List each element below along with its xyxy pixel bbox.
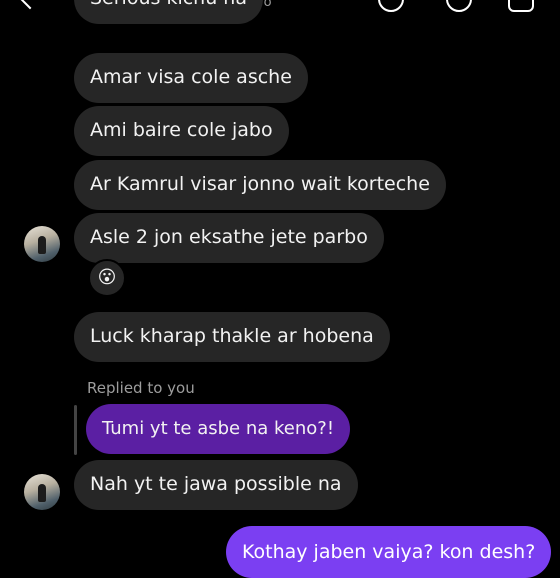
- video-call-icon[interactable]: [508, 0, 534, 12]
- sender-avatar[interactable]: [24, 226, 60, 262]
- received-message[interactable]: Serious kichu na: [74, 0, 263, 24]
- received-message[interactable]: Amar visa cole asche: [74, 53, 308, 103]
- sent-message[interactable]: Kothay jaben vaiya? kon desh?: [226, 526, 552, 578]
- quoted-reply-message[interactable]: Tumi yt te asbe na keno?!: [86, 404, 351, 454]
- received-message[interactable]: Ami baire cole jabo: [74, 106, 289, 156]
- received-message[interactable]: Asle 2 jon eksathe jete parbo: [74, 213, 384, 263]
- received-message[interactable]: Luck kharap thakle ar hobena: [74, 312, 390, 362]
- message-reaction[interactable]: 😮: [88, 259, 126, 297]
- received-message[interactable]: Nah yt te jawa possible na: [74, 460, 358, 510]
- replied-to-you-label: Replied to you: [87, 379, 195, 397]
- back-arrow-icon[interactable]: [18, 0, 42, 10]
- call-icon[interactable]: [378, 0, 404, 12]
- reply-quote-bar: [74, 405, 77, 455]
- sender-avatar[interactable]: [24, 474, 60, 510]
- received-message[interactable]: Ar Kamrul visar jonno wait korteche: [74, 160, 446, 210]
- phone-icon[interactable]: [446, 0, 472, 12]
